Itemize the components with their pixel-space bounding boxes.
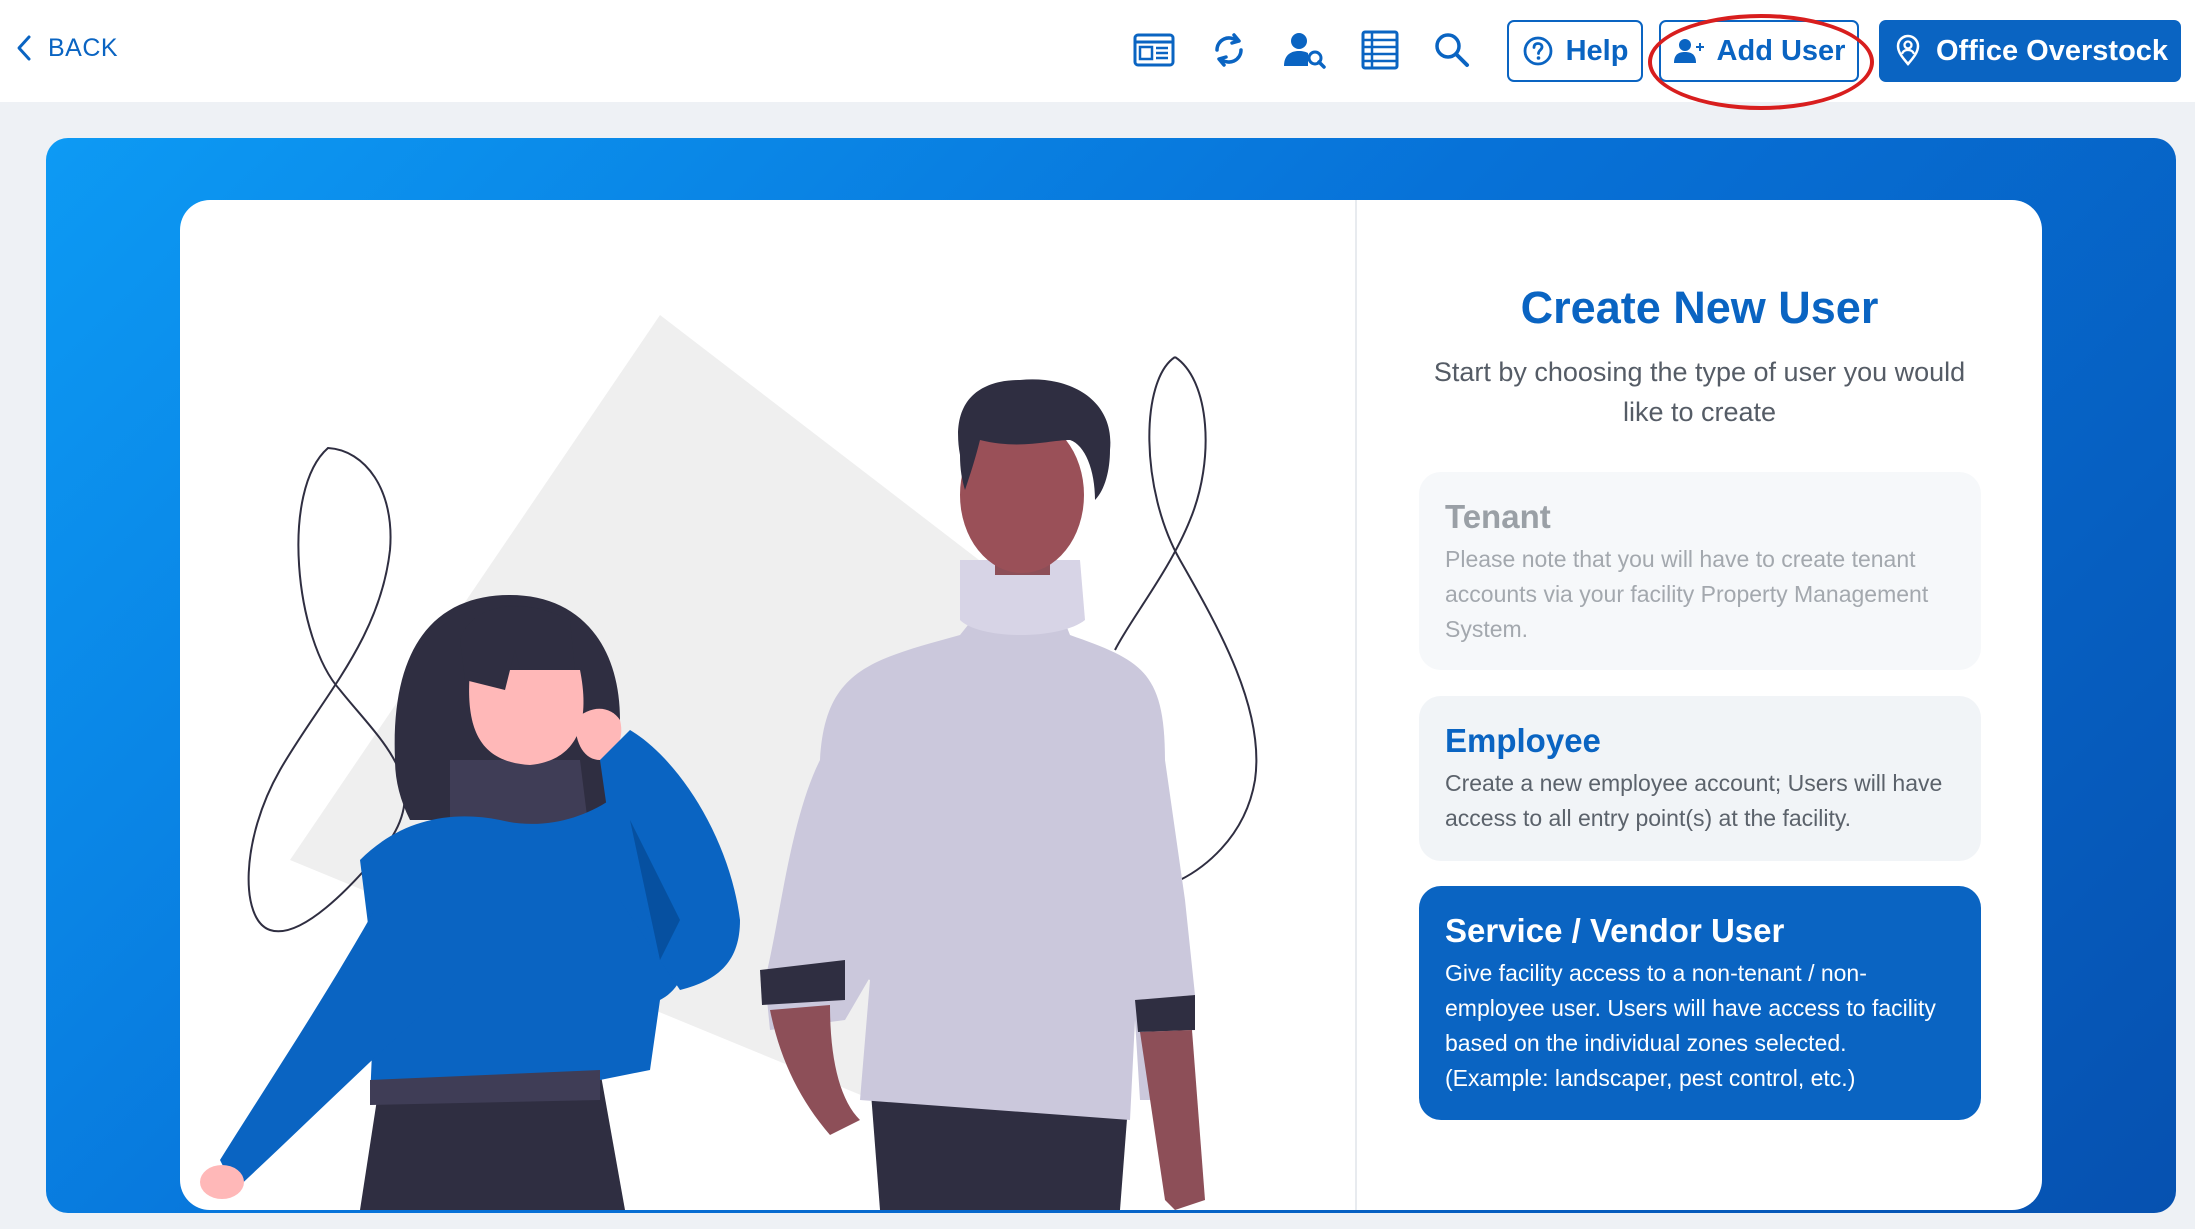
list-icon [1361,30,1399,70]
chevron-left-icon [17,35,31,61]
add-user-label: Add User [1716,34,1846,67]
help-circle-icon [1523,36,1552,66]
user-type-panel: Create New User Start by choosing the ty… [1357,200,2042,1210]
user-type-option-tenant[interactable]: Tenant Please note that you will have to… [1419,472,1981,670]
help-label: Help [1565,34,1629,67]
location-pin-icon [1896,34,1920,66]
back-label: BACK [48,33,119,62]
option-title: Tenant [1445,498,1551,535]
user-search-button[interactable] [1280,26,1328,74]
option-description: Give facility access to a non-tenant / n… [1445,960,1936,1091]
user-type-option-vendor[interactable]: Service / Vendor User Give facility acce… [1419,886,1981,1120]
dashboard-icon [1133,33,1175,67]
back-button[interactable]: BACK [14,28,118,68]
dashboard-button[interactable] [1130,26,1178,74]
user-type-option-employee[interactable]: Employee Create a new employee account; … [1419,696,1981,861]
option-description: Please note that you will have to create… [1445,546,1929,642]
facility-label: Office Overstock [1935,34,2169,67]
help-button[interactable]: Help [1507,20,1643,82]
user-search-icon [1284,33,1326,69]
people-illustration [200,315,1258,1210]
page-title: Create New User [1520,282,1879,333]
refresh-icon [1215,33,1243,67]
add-user-button[interactable]: Add User [1659,20,1859,82]
list-button[interactable] [1356,26,1404,74]
search-button[interactable] [1428,26,1476,74]
create-user-card: Create New User Start by choosing the ty… [180,200,2042,1210]
page-subtitle: Start by choosing the type of user you w… [1433,357,1966,427]
option-description: Create a new employee account; Users wil… [1445,770,1943,831]
option-title: Service / Vendor User [1445,912,1785,949]
search-icon [1435,33,1469,67]
option-title: Employee [1445,722,1601,759]
user-plus-icon [1673,39,1704,63]
top-bar: BACK Help Add User Office Overstock [0,0,2195,110]
refresh-button[interactable] [1205,26,1253,74]
facility-button[interactable]: Office Overstock [1879,20,2181,82]
